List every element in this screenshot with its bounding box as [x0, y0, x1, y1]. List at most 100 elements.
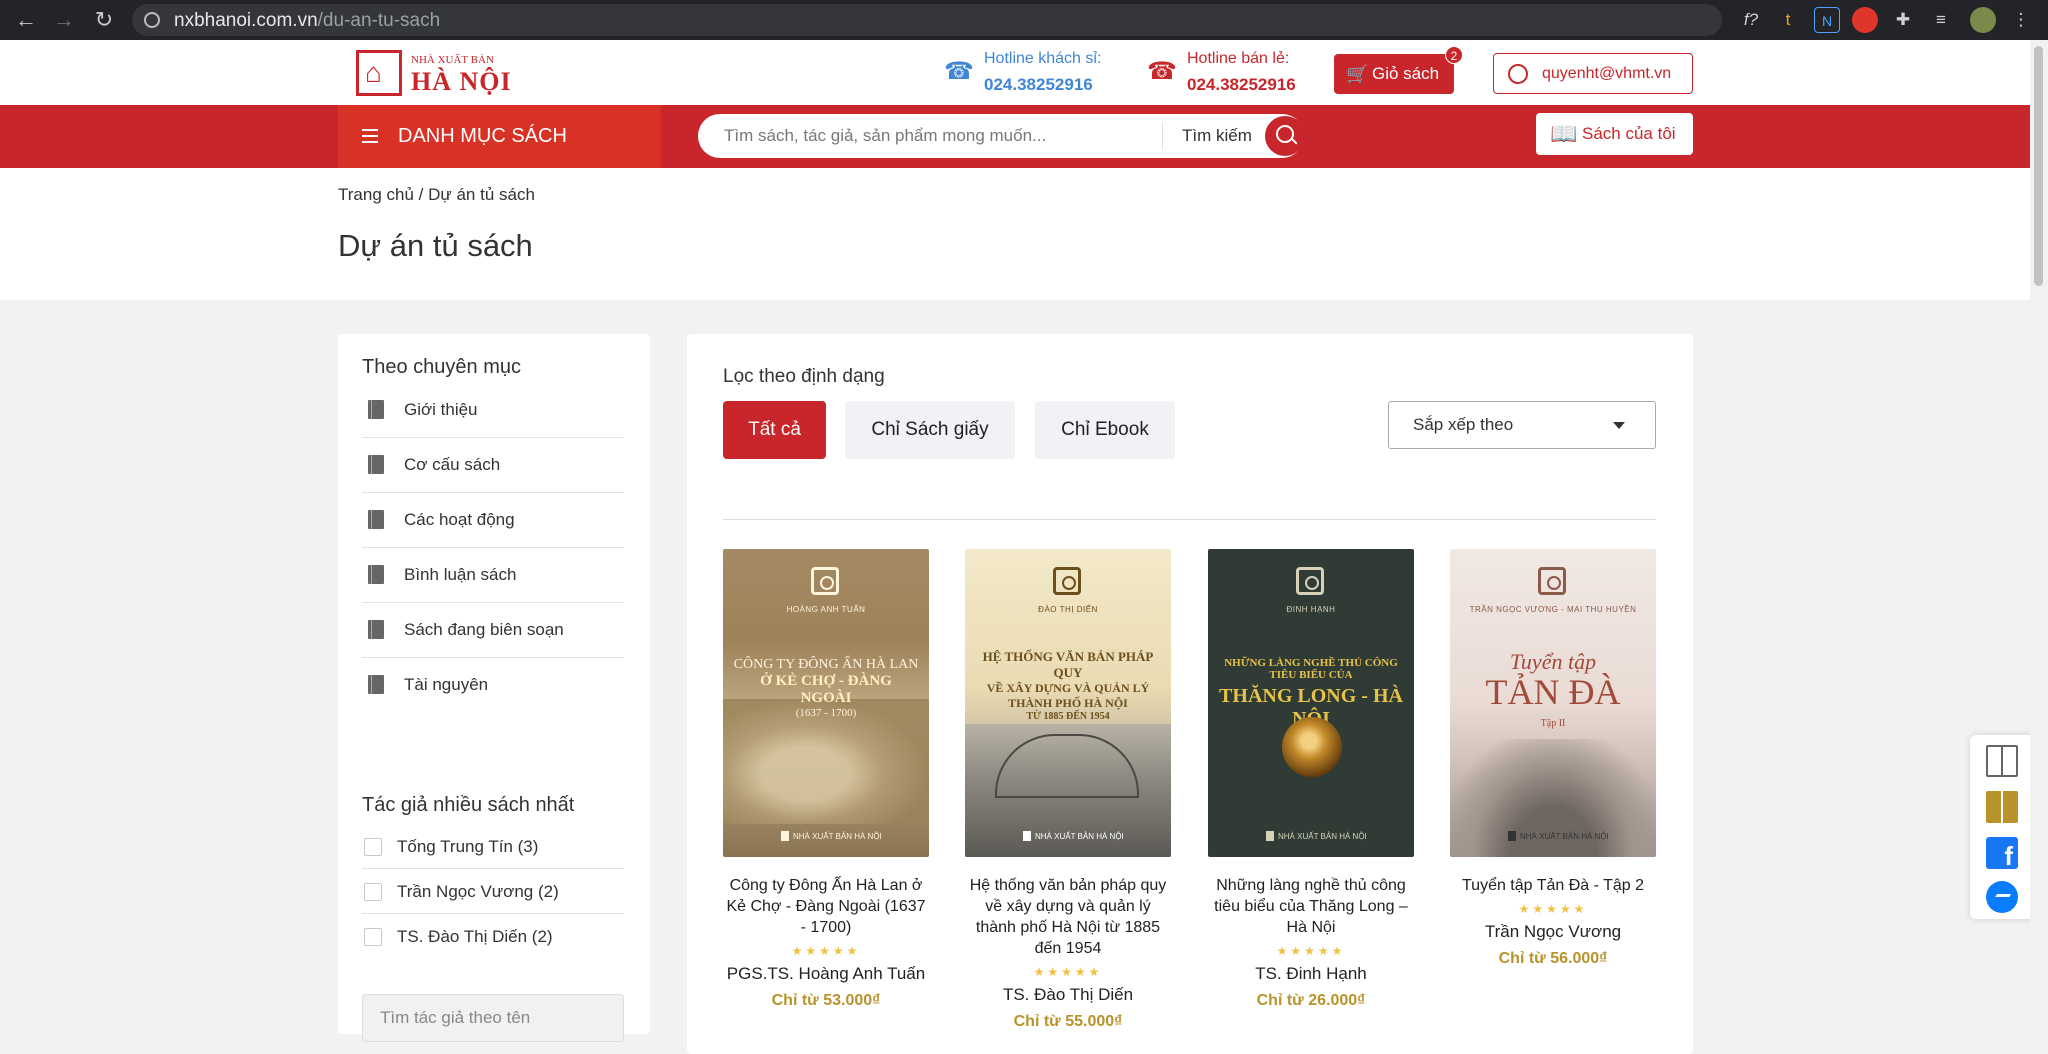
media-icon[interactable]: ≡ — [1928, 7, 1954, 33]
publisher-emblem-icon — [1296, 567, 1324, 595]
sidebar-item-label: Giới thiệu — [404, 400, 478, 419]
extension-fx-icon[interactable]: f? — [1738, 7, 1764, 33]
sidebar-item-label: Các hoạt động — [404, 510, 515, 529]
author-filter-item[interactable]: TS. Đào Thị Diến (2) — [362, 914, 624, 959]
site-info-icon[interactable] — [144, 12, 160, 28]
facebook-icon[interactable]: f — [1986, 837, 2018, 871]
author-filter-item[interactable]: Tống Trung Tín (3) — [362, 824, 624, 869]
hotline-retail-number[interactable]: 024.38252916 — [1187, 75, 1296, 95]
reader-book-icon[interactable] — [1986, 745, 2018, 777]
phone-icon: ☎ — [944, 58, 974, 85]
search-button-label[interactable]: Tìm kiếm — [1182, 114, 1252, 158]
search-icon[interactable] — [1265, 116, 1305, 156]
extension-n-icon[interactable]: N — [1814, 7, 1840, 33]
breadcrumb[interactable]: Trang chủ / Dự án tủ sách — [338, 185, 535, 205]
chevron-down-icon — [1613, 422, 1625, 429]
cover-publisher: NHÀ XUẤT BẢN HÀ NỘI — [781, 831, 882, 841]
book-price: Chỉ từ 26.000₫ — [1256, 992, 1366, 1009]
author-checkbox[interactable] — [364, 883, 382, 901]
forward-arrow-icon[interactable]: → — [50, 6, 78, 34]
sidebar-item-binh-luan-sach[interactable]: Bình luận sách — [362, 549, 624, 603]
book-title[interactable]: Hệ thống văn bản pháp quy về xây dựng và… — [965, 875, 1171, 959]
address-bar[interactable]: nxbhanoi.com.vn/du-an-tu-sach — [132, 4, 1722, 36]
cover-title: Tuyển tập TẢN ĐÀ Tập II — [1485, 649, 1621, 729]
scrollbar-thumb[interactable] — [2034, 46, 2043, 286]
sidebar-item-tai-nguyen[interactable]: Tài nguyên — [362, 659, 624, 713]
author-filter-item[interactable]: Trần Ngọc Vương (2) — [362, 869, 624, 914]
sidebar-item-label: Tài nguyên — [404, 675, 489, 694]
sidebar-item-sach-dang-bien-soan[interactable]: Sách đang biên soạn — [362, 604, 624, 658]
cover-publisher: NHÀ XUẤT BẢN HÀ NỘI — [1266, 831, 1367, 841]
author-checkbox[interactable] — [364, 838, 382, 856]
sort-dropdown[interactable]: Sắp xếp theo — [1388, 401, 1656, 449]
page-scrollbar[interactable] — [2030, 40, 2048, 1026]
cart-label: Giỏ sách — [1372, 64, 1440, 83]
author-label: Tống Trung Tín (3) — [397, 837, 539, 856]
book-author: TS. Đinh Hạnh — [1255, 964, 1367, 983]
book-icon — [368, 675, 384, 694]
sidebar-item-co-cau-sach[interactable]: Cơ cấu sách — [362, 439, 624, 493]
book-cover[interactable]: ĐÀO THỊ DIẾN HỆ THỐNG VĂN BẢN PHÁP QUY V… — [965, 549, 1171, 857]
book-card[interactable]: TRẦN NGỌC VƯƠNG - MAI THU HUYỀN Tuyển tậ… — [1450, 549, 1656, 968]
book-title[interactable]: Tuyển tập Tản Đà - Tập 2 — [1450, 875, 1656, 896]
book-title[interactable]: Những làng nghề thủ công tiêu biểu của T… — [1208, 875, 1414, 938]
cover-publisher: NHÀ XUẤT BẢN HÀ NỘI — [1023, 831, 1124, 841]
sidebar: Theo chuyên mục Giới thiệu Cơ cấu sách C… — [338, 334, 650, 1042]
sidebar-item-label: Cơ cấu sách — [404, 455, 501, 474]
sidebar-item-gioi-thieu[interactable]: Giới thiệu — [362, 384, 624, 438]
profile-avatar[interactable] — [1970, 7, 1996, 33]
sidebar-item-label: Bình luận sách — [404, 565, 517, 584]
cover-title: CÔNG TY ĐÔNG ẤN HÀ LAN Ở KẺ CHỢ - ĐÀNG N… — [733, 657, 919, 719]
book-card[interactable]: ĐINH HẠNH NHỮNG LÀNG NGHỀ THỦ CÔNG TIÊU … — [1208, 549, 1414, 1010]
book-cover[interactable]: HOÀNG ANH TUẤN CÔNG TY ĐÔNG ẤN HÀ LAN Ở … — [723, 549, 929, 857]
menu-dots-icon[interactable]: ⋮ — [2008, 7, 2034, 33]
book-cover[interactable]: ĐINH HẠNH NHỮNG LÀNG NGHỀ THỦ CÔNG TIÊU … — [1208, 549, 1414, 857]
my-books-button[interactable]: 📖 Sách của tôi — [1536, 113, 1693, 155]
stop-hand-icon[interactable] — [1852, 7, 1878, 33]
floating-action-bar: f — [1970, 735, 2034, 919]
browser-toolbar: ← → ↻ nxbhanoi.com.vn/du-an-tu-sach f? t… — [0, 0, 2048, 40]
filter-paper-button[interactable]: Chỉ Sách giấy — [845, 401, 1015, 459]
sidebar-item-cac-hoat-dong[interactable]: Các hoạt động — [362, 494, 624, 548]
book-card[interactable]: ĐÀO THỊ DIẾN HỆ THỐNG VĂN BẢN PHÁP QUY V… — [965, 549, 1171, 1031]
house-icon: ⌂ — [365, 57, 382, 88]
user-icon — [1508, 64, 1528, 84]
filter-all-button[interactable]: Tất cả — [723, 401, 826, 459]
logo-mark[interactable]: ⌂ — [356, 50, 402, 96]
categories-menu-button[interactable]: DANH MỤC SÁCH — [338, 105, 661, 168]
hotline-retail-label: Hotline bán lẻ: — [1187, 50, 1290, 67]
rating-stars: ★★★★★ — [791, 944, 861, 958]
cart-button[interactable]: 🛒 Giỏ sách — [1334, 54, 1454, 94]
rating-stars: ★★★★★ — [1518, 902, 1588, 916]
cover-author: ĐINH HẠNH — [1286, 605, 1336, 614]
book-card[interactable]: HOÀNG ANH TUẤN CÔNG TY ĐÔNG ẤN HÀ LAN Ở … — [723, 549, 929, 1010]
sort-label: Sắp xếp theo — [1413, 415, 1514, 434]
puzzle-icon[interactable]: ✚ — [1890, 7, 1916, 33]
book-title[interactable]: Công ty Đông Ấn Hà Lan ở Kẻ Chợ - Đàng N… — [723, 875, 929, 938]
bookshelf-icon[interactable] — [1986, 791, 2018, 823]
book-price: Chỉ từ 56.000₫ — [1498, 950, 1608, 967]
hotline-customer-number[interactable]: 024.38252916 — [984, 75, 1093, 95]
extension-t-icon[interactable]: t — [1775, 7, 1801, 33]
back-arrow-icon[interactable]: ← — [12, 6, 40, 34]
cart-icon: 🛒 — [1346, 64, 1369, 84]
messenger-icon[interactable] — [1986, 881, 2018, 913]
book-cover[interactable]: TRẦN NGỌC VƯƠNG - MAI THU HUYỀN Tuyển tậ… — [1450, 549, 1656, 857]
book-list-panel: Lọc theo định dạng Tất cả Chỉ Sách giấy … — [687, 334, 1693, 1054]
main-navbar: DANH MỤC SÁCH Tìm kiếm 📖 Sách của tôi — [0, 105, 2030, 168]
my-books-label: Sách của tôi — [1582, 124, 1676, 143]
cover-title: HỆ THỐNG VĂN BẢN PHÁP QUY VỀ XÂY DỰNG VÀ… — [982, 649, 1154, 722]
author-label: TS. Đào Thị Diến (2) — [397, 927, 553, 946]
author-search-input[interactable] — [362, 994, 624, 1042]
filter-ebook-button[interactable]: Chỉ Ebook — [1035, 401, 1175, 459]
cover-author: HOÀNG ANH TUẤN — [786, 605, 866, 614]
hamburger-icon — [362, 129, 378, 143]
account-button[interactable]: quyenht@vhmt.vn — [1493, 53, 1693, 94]
page-title: Dự án tủ sách — [338, 228, 533, 263]
search-input[interactable] — [722, 114, 1152, 158]
reload-icon[interactable]: ↻ — [90, 6, 118, 34]
book-icon — [368, 455, 384, 474]
author-checkbox[interactable] — [364, 928, 382, 946]
site-header: ⌂ NHÀ XUẤT BẢN HÀ NỘI ☎ Hotline khách sỉ… — [0, 40, 2030, 105]
book-icon — [368, 400, 384, 419]
